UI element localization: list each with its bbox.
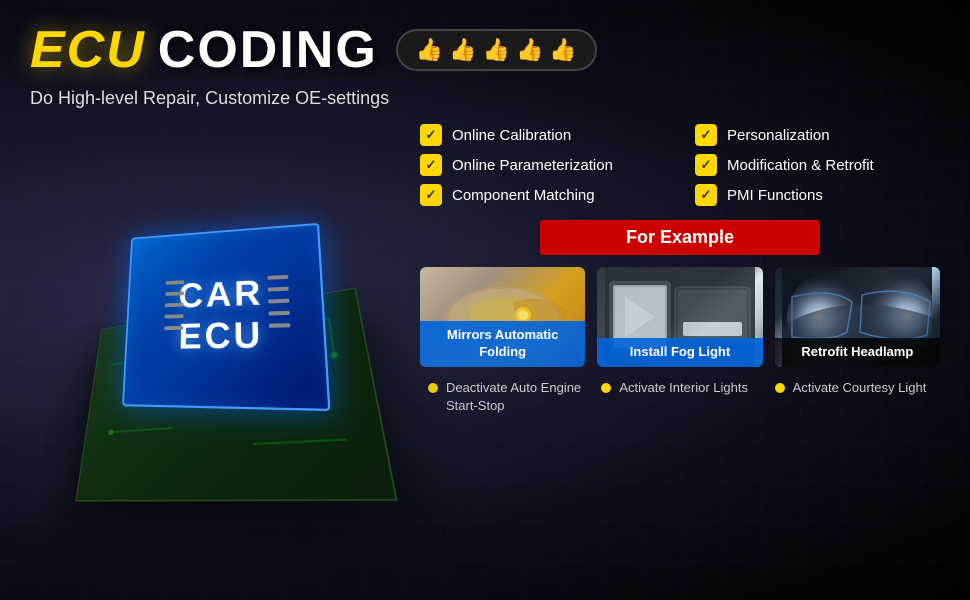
ecu-chip-visual: CAR ECU — [60, 195, 380, 515]
cards-row: Mirrors Automatic Folding — [420, 267, 940, 367]
bullet-item-1: Deactivate Auto Engine Start-Stop — [420, 379, 593, 415]
example-banner: For Example — [540, 220, 820, 255]
thumb-icon-4: 👍 — [516, 37, 543, 63]
pin — [166, 280, 184, 285]
bullets-row: Deactivate Auto Engine Start-Stop Activa… — [420, 379, 940, 415]
right-panel: ✓ Online Calibration ✓ Personalization ✓… — [410, 124, 940, 585]
content-row: CAR ECU ✓ Online Calibration ✓ Personali… — [30, 124, 940, 585]
feature-item-5: ✓ Component Matching — [420, 184, 665, 206]
card-mirrors-label: Mirrors Automatic Folding — [420, 321, 585, 367]
feature-label-2: Personalization — [727, 127, 830, 144]
check-icon-3: ✓ — [420, 154, 442, 176]
thumb-icon-2: 👍 — [449, 37, 476, 63]
title-ecu: ECU — [30, 20, 146, 80]
thumb-icon-5: 👍 — [549, 37, 576, 63]
feature-item-2: ✓ Personalization — [695, 124, 940, 146]
features-grid: ✓ Online Calibration ✓ Personalization ✓… — [420, 124, 940, 206]
card-headlamp: Retrofit Headlamp — [775, 267, 940, 367]
thumbs-badge: 👍 👍 👍 👍 👍 — [396, 29, 597, 71]
thumb-icon-3: 👍 — [483, 37, 510, 63]
chip-label-ecu: ECU — [178, 313, 264, 357]
chip-label-car: CAR — [178, 272, 264, 316]
check-icon-5: ✓ — [420, 184, 442, 206]
title-coding: CODING — [158, 20, 378, 80]
chip-pins-left — [164, 280, 184, 330]
pin — [269, 323, 290, 328]
check-icon-2: ✓ — [695, 124, 717, 146]
feature-item-3: ✓ Online Parameterization — [420, 154, 665, 176]
pin — [268, 286, 289, 291]
pin — [165, 314, 184, 318]
pin — [268, 298, 289, 303]
bullet-text-3: Activate Courtesy Light — [793, 379, 927, 397]
check-icon-1: ✓ — [420, 124, 442, 146]
card-foglight-label: Install Fog Light — [597, 338, 762, 367]
header: ECU CODING 👍 👍 👍 👍 👍 — [30, 20, 940, 80]
feature-label-1: Online Calibration — [452, 127, 571, 144]
feature-item-4: ✓ Modification & Retrofit — [695, 154, 940, 176]
bullet-text-2: Activate Interior Lights — [619, 379, 748, 397]
thumb-icon-1: 👍 — [416, 37, 443, 63]
feature-label-3: Online Parameterization — [452, 157, 613, 174]
feature-item-6: ✓ PMI Functions — [695, 184, 940, 206]
feature-label-6: PMI Functions — [727, 187, 823, 204]
pin — [269, 310, 290, 315]
main-container: ECU CODING 👍 👍 👍 👍 👍 Do High-level Repai… — [0, 0, 970, 600]
subtitle: Do High-level Repair, Customize OE-setti… — [30, 88, 940, 109]
left-panel: CAR ECU — [30, 124, 410, 585]
card-foglight: Install Fog Light — [597, 267, 762, 367]
chip-box: CAR ECU — [122, 222, 331, 410]
check-icon-6: ✓ — [695, 184, 717, 206]
check-icon-4: ✓ — [695, 154, 717, 176]
pin — [164, 325, 183, 329]
chip-pins-right — [268, 274, 291, 327]
card-mirrors: Mirrors Automatic Folding — [420, 267, 585, 367]
feature-label-5: Component Matching — [452, 187, 595, 204]
bullet-item-2: Activate Interior Lights — [593, 379, 766, 415]
feature-item-1: ✓ Online Calibration — [420, 124, 665, 146]
bullet-item-3: Activate Courtesy Light — [767, 379, 940, 415]
pin — [268, 274, 289, 279]
card-headlamp-label: Retrofit Headlamp — [775, 338, 940, 367]
feature-label-4: Modification & Retrofit — [727, 157, 874, 174]
bullet-dot-2 — [601, 383, 611, 393]
pin — [165, 291, 184, 296]
bullet-text-1: Deactivate Auto Engine Start-Stop — [446, 379, 585, 415]
bullet-dot-3 — [775, 383, 785, 393]
pin — [165, 302, 184, 306]
bullet-dot-1 — [428, 383, 438, 393]
